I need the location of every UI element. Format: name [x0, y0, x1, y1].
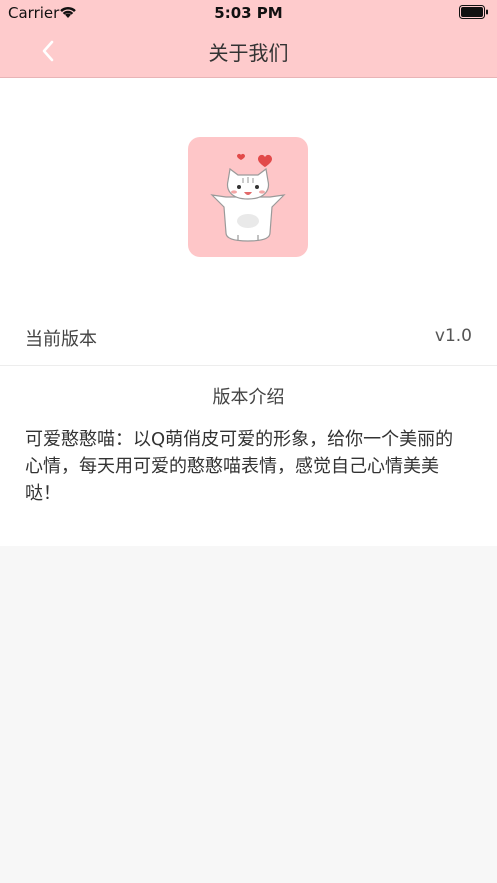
cat-mascot-icon — [210, 153, 286, 242]
status-bar: Carrier 5:03 PM — [0, 0, 497, 26]
current-version-label: 当前版本 — [25, 329, 97, 350]
version-intro-text: 可爱憨憨喵：以Q萌俏皮可爱的形象，给你一个美丽的心情，每天用可爱的憨憨喵表情，感… — [25, 429, 454, 504]
version-intro-title: 版本介绍 — [212, 387, 285, 408]
battery-icon — [459, 5, 488, 19]
page-title: 关于我们 — [208, 41, 289, 65]
current-version-value: v1.0 — [434, 326, 472, 346]
nav-bar: 关于我们 — [0, 26, 497, 76]
app-icon — [188, 137, 308, 257]
current-version-row: 当前版本 v1.0 — [0, 313, 497, 366]
about-content: 当前版本 v1.0 版本介绍 可爱憨憨喵：以Q萌俏皮可爱的形象，给你一个美丽的心… — [0, 78, 497, 546]
status-time: 5:03 PM — [214, 4, 283, 22]
header: Carrier 5:03 PM 关于我们 — [0, 0, 497, 78]
